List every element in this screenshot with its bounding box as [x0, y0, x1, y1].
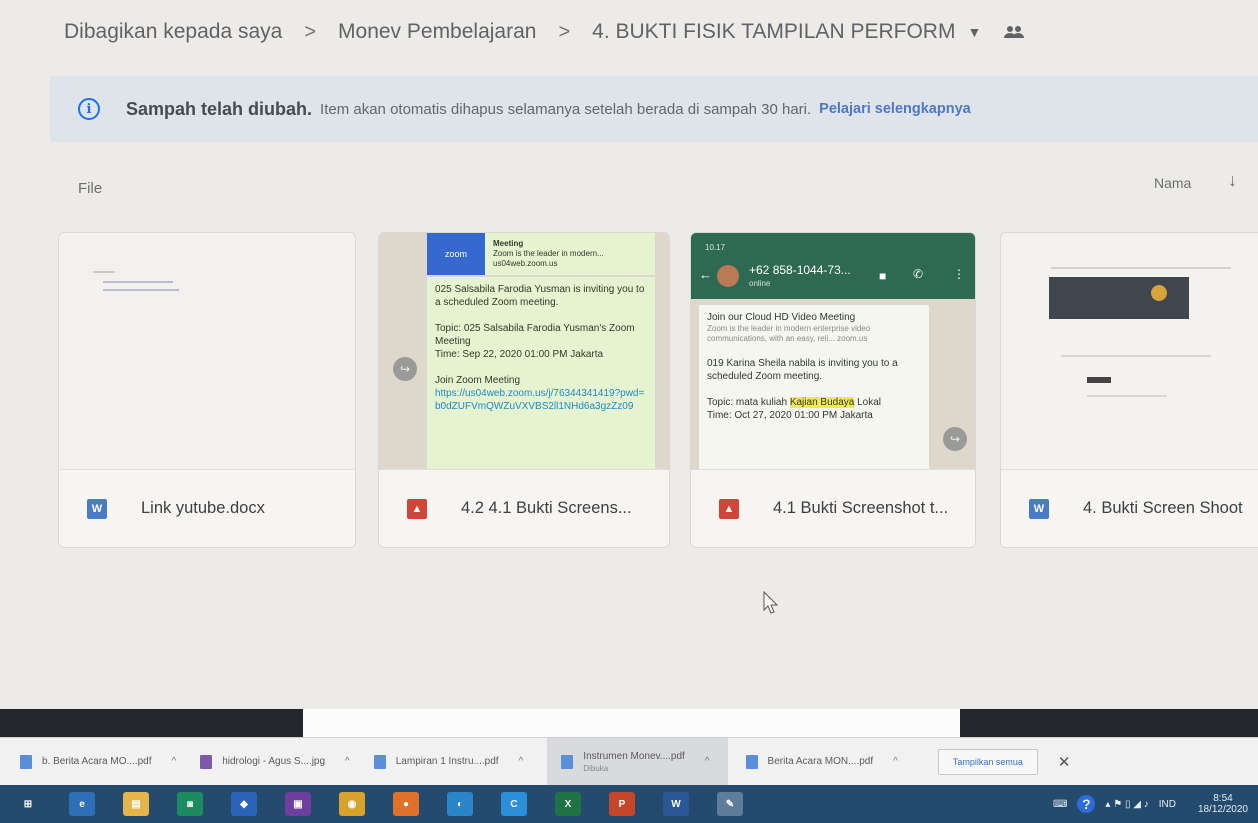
whatsapp-header: 10.17 ← +62 858-1044-73... online ■ ✆ ⋮: [691, 233, 975, 299]
chevron-up-icon[interactable]: ^: [893, 756, 898, 767]
app-c-icon[interactable]: C: [496, 789, 532, 819]
banner-message: Item akan otomatis dihapus selamanya set…: [320, 100, 812, 118]
menu-dots-icon: ⋮: [953, 267, 965, 281]
firefox-icon[interactable]: ●: [388, 789, 424, 819]
zoom-logo: zoom: [427, 233, 485, 275]
close-icon[interactable]: ✕: [1058, 753, 1071, 771]
language-indicator[interactable]: IND: [1159, 799, 1176, 810]
file-name: 4. Bukti Screen Shoot: [1083, 499, 1243, 517]
download-item[interactable]: Lampiran 1 Instru....pdf ^: [373, 742, 530, 782]
paint-icon[interactable]: ✎: [712, 789, 748, 819]
file-card-bukti-screenshot-4-1[interactable]: 10.17 ← +62 858-1044-73... online ■ ✆ ⋮ …: [690, 232, 976, 548]
file-card-bukti-screen-shoot[interactable]: W 4. Bukti Screen Shoot: [1000, 232, 1258, 548]
files-section-label: File: [78, 180, 103, 197]
show-all-downloads-button[interactable]: Tampilkan semua: [937, 748, 1038, 775]
pdf-icon: [373, 754, 386, 769]
breadcrumb-separator: >: [304, 20, 317, 43]
pdf-icon: [745, 754, 758, 769]
trash-info-banner: i Sampah telah diubah. Item akan otomati…: [50, 76, 1258, 142]
file-card-footer: ▲ 4.2 4.1 Bukti Screens...: [379, 469, 669, 547]
image-file-icon: ▲: [407, 498, 427, 519]
chrome-icon[interactable]: ◉: [334, 789, 370, 819]
file-card-bukti-screens-4-2[interactable]: zoom Meeting Zoom is the leader in moder…: [378, 232, 670, 548]
file-explorer-icon[interactable]: ▤: [118, 789, 154, 819]
forward-icon: ↪: [943, 427, 967, 451]
chevron-up-icon[interactable]: ^: [705, 756, 710, 767]
word-file-icon: W: [87, 498, 107, 519]
file-thumbnail: [59, 233, 355, 469]
file-card-footer: W 4. Bukti Screen Shoot: [1001, 469, 1258, 547]
file-thumbnail: [1001, 233, 1258, 469]
powerpoint-icon[interactable]: P: [604, 789, 640, 819]
app-blue-icon[interactable]: ◆: [226, 789, 262, 819]
folder-dropdown-icon[interactable]: ▼: [967, 24, 981, 40]
avatar: [717, 265, 739, 287]
banner-title: Sampah telah diubah.: [126, 98, 313, 119]
breadcrumb: Dibagikan kepada saya > Monev Pembelajar…: [62, 14, 1025, 50]
sort-direction-icon[interactable]: ↓: [1228, 170, 1237, 191]
app-photo-icon[interactable]: ▣: [280, 789, 316, 819]
image-file-icon: ▲: [719, 498, 739, 519]
breadcrumb-monev[interactable]: Monev Pembelajaran: [336, 20, 538, 44]
word-icon[interactable]: W: [658, 789, 694, 819]
pdf-icon: [20, 754, 32, 769]
file-name: 4.2 4.1 Bukti Screens...: [461, 499, 632, 517]
download-item[interactable]: b. Berita Acara MO....pdf ^: [20, 742, 182, 782]
download-item[interactable]: Berita Acara MON....pdf ^: [745, 742, 904, 782]
learn-more-link[interactable]: Pelajari selengkapnya: [819, 101, 971, 117]
file-thumbnail: zoom Meeting Zoom is the leader in moder…: [379, 233, 669, 469]
file-name: 4.1 Bukti Screenshot t...: [773, 499, 949, 517]
image-icon: [200, 754, 213, 769]
file-card-link-yutube[interactable]: W Link yutube.docx: [58, 232, 356, 548]
system-tray: ⌨ ? ▴ ⚑ ▯ ◢ ♪ IND 8:54 18/12/2020: [1043, 785, 1248, 823]
excel-icon[interactable]: X: [550, 789, 586, 819]
store-icon[interactable]: ◙: [172, 789, 208, 819]
video-call-icon: ■: [879, 269, 887, 283]
keyboard-icon[interactable]: ⌨: [1053, 799, 1067, 810]
file-card-footer: ▲ 4.1 Bukti Screenshot t...: [691, 469, 975, 547]
file-card-footer: W Link yutube.docx: [59, 469, 355, 547]
pdf-icon: [561, 754, 574, 769]
edge-icon[interactable]: ◐: [442, 789, 478, 819]
file-name: Link yutube.docx: [141, 499, 265, 517]
forward-icon: ↪: [393, 357, 417, 381]
download-item-active[interactable]: Instrumen Monev....pdf Dibuka ^: [547, 738, 728, 785]
windows-taskbar: ⊞ e ▤ ◙ ◆ ▣ ◉ ● ◐ C X P W ✎ ⌨ ? ▴ ⚑ ▯ ◢ ♪ IND 8:54 18…: [0, 785, 1258, 823]
word-file-icon: W: [1029, 498, 1049, 519]
breadcrumb-current-folder[interactable]: 4. BUKTI FISIK TAMPILAN PERFORM: [590, 20, 957, 44]
bottom-white-band: [303, 709, 960, 737]
info-icon: i: [78, 98, 100, 120]
chevron-up-icon[interactable]: ^: [345, 756, 350, 767]
file-thumbnail: 10.17 ← +62 858-1044-73... online ■ ✆ ⋮ …: [691, 233, 975, 469]
clock[interactable]: 8:54 18/12/2020: [1188, 793, 1248, 815]
windows-start-icon[interactable]: ⊞: [10, 789, 46, 819]
mouse-pointer-icon: [763, 590, 779, 620]
chevron-up-icon[interactable]: ^: [519, 756, 524, 767]
tray-icons[interactable]: ▴ ⚑ ▯ ◢ ♪: [1105, 799, 1148, 810]
phone-icon: ✆: [913, 267, 924, 281]
help-icon[interactable]: ?: [1077, 795, 1096, 813]
downloads-bar: b. Berita Acara MO....pdf ^ hidrologi - …: [0, 737, 1258, 785]
breadcrumb-shared-with-me[interactable]: Dibagikan kepada saya: [62, 20, 284, 44]
sort-by-name-button[interactable]: Nama: [1154, 175, 1191, 191]
chevron-up-icon[interactable]: ^: [172, 756, 177, 767]
back-arrow-icon: ←: [699, 267, 712, 282]
internet-explorer-icon[interactable]: e: [64, 789, 100, 819]
download-item[interactable]: hidrologi - Agus S....jpg ^: [200, 742, 356, 782]
shared-people-icon[interactable]: [1003, 25, 1025, 39]
breadcrumb-separator: >: [558, 20, 571, 43]
